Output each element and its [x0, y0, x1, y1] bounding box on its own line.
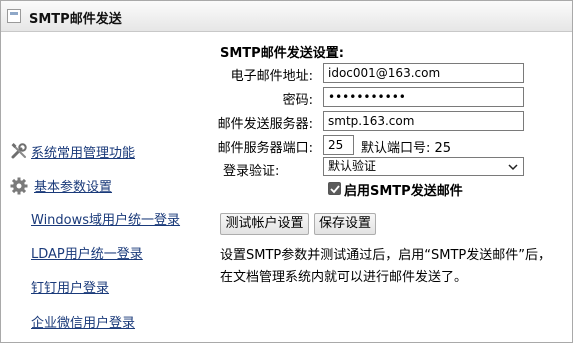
enable-smtp-label: 启用SMTP发送邮件: [344, 184, 463, 199]
chevron-down-icon: [507, 161, 519, 173]
port-field[interactable]: 25: [323, 135, 354, 155]
sidebar-item-ldap-login[interactable]: LDAP用户统一登录: [31, 243, 143, 262]
wrench-screwdriver-icon: [10, 142, 28, 160]
default-port-hint: 默认端口号: 25: [361, 141, 452, 156]
sidebar-item-windows-domain-login[interactable]: Windows域用户统一登录: [31, 209, 180, 228]
sidebar-item-system-management[interactable]: 系统常用管理功能: [31, 142, 135, 161]
save-settings-button[interactable]: 保存设置: [314, 213, 376, 235]
port-label: 邮件服务器端口:: [217, 141, 313, 156]
enable-smtp-checkbox[interactable]: [328, 182, 341, 195]
password-field[interactable]: •••••••••••: [323, 87, 524, 107]
title-bar: SMTP邮件发送: [1, 1, 572, 32]
auth-select-value: 默认验证: [328, 159, 377, 173]
password-label: 密码:: [282, 93, 313, 108]
section-title: SMTP邮件发送设置:: [220, 46, 344, 61]
gear-icon: [10, 177, 28, 195]
window-title: SMTP邮件发送: [29, 12, 122, 27]
email-label: 电子邮件地址:: [230, 69, 313, 84]
smtp-server-field[interactable]: smtp.163.com: [323, 111, 524, 131]
help-text-line-1: 设置SMTP参数并测试通过后，启用“SMTP发送邮件”后，: [220, 248, 551, 263]
smtp-server-label: 邮件发送服务器:: [217, 117, 313, 132]
sidebar-item-dingtalk-login[interactable]: 钉钉用户登录: [31, 277, 109, 296]
sidebar-item-wecom-login[interactable]: 企业微信用户登录: [31, 312, 135, 331]
checkmark-icon: [330, 185, 340, 194]
help-text-line-2: 在文档管理系统内就可以进行邮件发送了。: [220, 270, 468, 285]
email-field[interactable]: idoc001@163.com: [323, 63, 524, 83]
sidebar-item-basic-settings[interactable]: 基本参数设置: [34, 176, 112, 195]
window-frame: SMTP邮件发送 系统常用管理功能 基本参数设置 Windows域用户统一登录 …: [0, 0, 573, 343]
auth-label: 登录验证:: [223, 164, 280, 179]
auth-select[interactable]: 默认验证: [323, 157, 524, 176]
test-account-button[interactable]: 测试帐户设置: [220, 213, 309, 235]
window-icon: [7, 9, 21, 23]
